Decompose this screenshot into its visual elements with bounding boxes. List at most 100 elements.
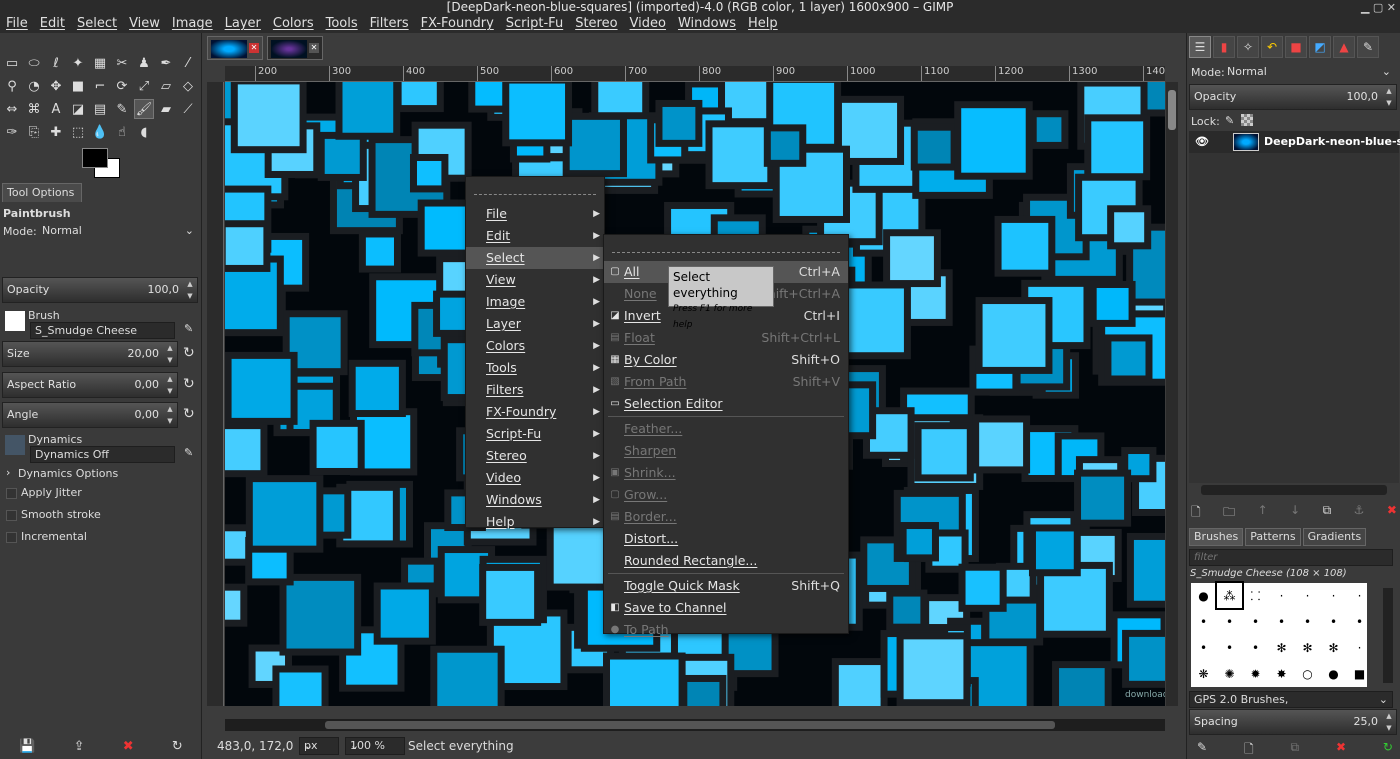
- spin-icon[interactable]: ▲ ▼: [163, 342, 177, 366]
- select-item-from-path[interactable]: ▧ From Path Shift+V: [604, 371, 848, 393]
- crop-icon[interactable]: ⌐: [90, 76, 110, 96]
- dynamics-options-expander[interactable]: Dynamics Options: [18, 467, 118, 480]
- new-brush-icon[interactable]: 🗋: [1244, 740, 1254, 759]
- brush-cell[interactable]: •: [1191, 635, 1216, 660]
- incremental-checkbox[interactable]: [6, 532, 17, 543]
- expander-icon[interactable]: ›: [6, 466, 10, 479]
- brush-cell[interactable]: •: [1295, 609, 1320, 634]
- spacing-slider[interactable]: Spacing 25,0 ▲ ▼: [1189, 709, 1397, 735]
- brush-cell[interactable]: ✻: [1269, 635, 1294, 660]
- menubar-item-stereo[interactable]: Stereo: [569, 15, 623, 33]
- dynamics-icon[interactable]: [5, 435, 25, 455]
- layers-tab-icon[interactable]: ☰: [1189, 36, 1211, 58]
- tearoff-line[interactable]: [474, 183, 596, 195]
- menu-item-script-fu[interactable]: Script-Fu ▶: [466, 423, 604, 445]
- brush-cell[interactable]: ✺: [1217, 661, 1242, 686]
- brush-filter-input[interactable]: [1189, 549, 1393, 566]
- colormap-tab-icon[interactable]: ■: [1285, 36, 1307, 58]
- brush-preview[interactable]: [5, 311, 25, 331]
- layer-mode-select[interactable]: Normal ⌄: [1223, 64, 1393, 81]
- zoom-select[interactable]: 100 % ⌄: [345, 737, 405, 755]
- layers-scrollbar[interactable]: [1201, 485, 1387, 495]
- brush-cell[interactable]: ❋: [1191, 661, 1216, 686]
- scissors-icon[interactable]: ✂: [112, 53, 132, 73]
- bucket-fill-icon[interactable]: ◪: [68, 99, 88, 119]
- opacity-slider[interactable]: Opacity 100,0 ▲ ▼: [2, 277, 198, 303]
- image-tab-1[interactable]: ✕: [207, 36, 263, 60]
- duplicate-brush-icon[interactable]: ⧉: [1291, 740, 1300, 759]
- scroll-thumb[interactable]: [325, 721, 1055, 729]
- dodge-burn-icon[interactable]: ◖: [134, 122, 154, 142]
- restore-options-icon[interactable]: ⇪: [74, 739, 85, 754]
- apply-jitter-checkbox[interactable]: [6, 488, 17, 499]
- eraser-icon[interactable]: ▰: [156, 99, 176, 119]
- menubar-item-edit[interactable]: Edit: [34, 15, 71, 33]
- close-icon[interactable]: ✕: [249, 43, 259, 53]
- airbrush-icon[interactable]: ⟋: [178, 99, 198, 119]
- brush-cell[interactable]: ■: [1347, 661, 1372, 686]
- brush-field[interactable]: S_Smudge Cheese: [30, 322, 175, 339]
- cage-icon[interactable]: ⌘: [24, 99, 44, 119]
- paths-icon[interactable]: ✒: [156, 53, 176, 73]
- menubar-item-windows[interactable]: Windows: [672, 15, 742, 33]
- mode-select[interactable]: Normal ⌄: [38, 223, 198, 240]
- foreground-color-swatch[interactable]: [82, 148, 108, 168]
- menu-item-edit[interactable]: Edit ▶: [466, 225, 604, 247]
- brush-cell[interactable]: ⸬: [1243, 583, 1268, 608]
- menubar-item-colors[interactable]: Colors: [267, 15, 320, 33]
- delete-layer-icon[interactable]: ✖: [1387, 503, 1397, 524]
- vertical-ruler[interactable]: [207, 82, 224, 706]
- clone-icon[interactable]: ⎘: [24, 122, 44, 142]
- menu-item-stereo[interactable]: Stereo ▶: [466, 445, 604, 467]
- ink-icon[interactable]: ✑: [2, 122, 22, 142]
- smooth-stroke-checkbox[interactable]: [6, 510, 17, 521]
- text-icon[interactable]: A: [46, 99, 66, 119]
- menu-item-layer[interactable]: Layer ▶: [466, 313, 604, 335]
- delete-brush-icon[interactable]: ✖: [1336, 740, 1346, 759]
- spin-icon[interactable]: ▲ ▼: [183, 278, 197, 302]
- color-select-icon[interactable]: ▦: [90, 53, 110, 73]
- delete-options-icon[interactable]: ✖: [123, 739, 134, 754]
- brush-cell[interactable]: ○: [1295, 661, 1320, 686]
- new-layer-icon[interactable]: 🗋: [1191, 503, 1201, 524]
- menubar-item-view[interactable]: View: [123, 15, 166, 33]
- new-layer-group-icon[interactable]: 🗀: [1223, 503, 1235, 524]
- brush-grid[interactable]: ● ⁂ ⸬ · · · · • • • • • • • • • • ✻ ✻ ✻ · ❋ ✺ ✹ ✸ ○ ● ■: [1191, 581, 1367, 687]
- flip-icon[interactable]: ⇔: [2, 99, 22, 119]
- heal-icon[interactable]: ✚: [46, 122, 66, 142]
- rotate-icon[interactable]: ⟳: [112, 76, 132, 96]
- brush-cell[interactable]: ✻: [1295, 635, 1320, 660]
- select-item-border[interactable]: ▤ Border...: [604, 506, 848, 528]
- close-icon[interactable]: ✕: [309, 43, 319, 53]
- brush-cell[interactable]: ·: [1321, 583, 1346, 608]
- layer-opacity-slider[interactable]: Opacity 100,0 ▲ ▼: [1189, 84, 1397, 110]
- menu-item-file[interactable]: File ▶: [466, 203, 604, 225]
- perspective-icon[interactable]: ◇: [178, 76, 198, 96]
- brush-cell[interactable]: •: [1243, 609, 1268, 634]
- menubar-item-tools[interactable]: Tools: [320, 15, 364, 33]
- menubar-item-file[interactable]: File: [0, 15, 34, 33]
- menubar-item-filters[interactable]: Filters: [364, 15, 415, 33]
- raise-layer-icon[interactable]: ↑: [1258, 503, 1268, 524]
- scale-icon[interactable]: ⤢: [134, 76, 154, 96]
- brush-cell[interactable]: ·: [1295, 583, 1320, 608]
- refresh-brushes-icon[interactable]: ↻: [1383, 740, 1393, 759]
- brush-cell[interactable]: •: [1269, 609, 1294, 634]
- menubar-item-layer[interactable]: Layer: [219, 15, 267, 33]
- select-item-rounded-rectangle[interactable]: Rounded Rectangle...: [604, 550, 848, 572]
- perspective-clone-icon[interactable]: ⬚: [68, 122, 88, 142]
- image-tab-2[interactable]: ✕: [267, 36, 323, 60]
- color-picker-icon[interactable]: ⁄: [178, 53, 198, 73]
- free-select-icon[interactable]: ℓ: [46, 53, 66, 73]
- menubar-item-video[interactable]: Video: [624, 15, 672, 33]
- menubar-item-fx-foundry[interactable]: FX-Foundry: [415, 15, 500, 33]
- edit-icon[interactable]: ✎: [184, 446, 193, 459]
- brush-cell[interactable]: ·: [1269, 583, 1294, 608]
- move-icon[interactable]: ✥: [46, 76, 66, 96]
- reset-icon[interactable]: ↻: [183, 406, 195, 422]
- unit-select[interactable]: px ⌄: [299, 737, 339, 755]
- brush-cell[interactable]: ✻: [1321, 635, 1346, 660]
- horizontal-ruler[interactable]: 200 300 400 500 600 700 800 900 1000 1100 1200 1300…: [225, 66, 1165, 82]
- menu-item-fx-foundry[interactable]: FX-Foundry ▶: [466, 401, 604, 423]
- window-controls[interactable]: ▁ ▢ ✕: [1361, 0, 1396, 15]
